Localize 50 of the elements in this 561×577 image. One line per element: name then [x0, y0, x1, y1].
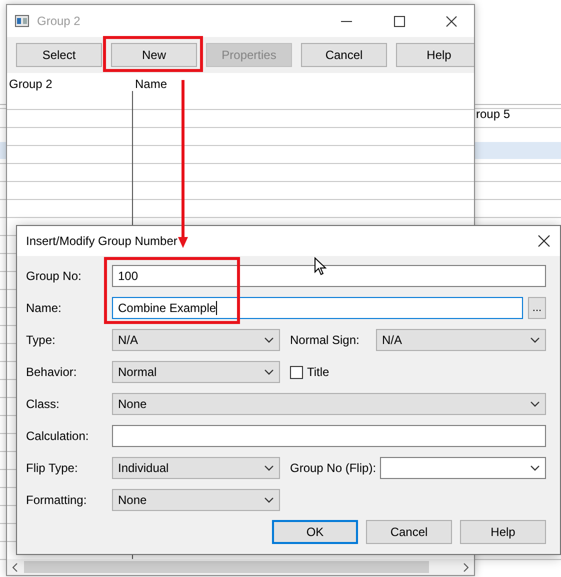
- chevron-down-icon: [264, 337, 274, 343]
- dropdown[interactable]: Normal: [112, 361, 280, 383]
- field-label: Formatting:: [26, 493, 88, 507]
- window-title: Group 2: [37, 14, 82, 28]
- close-icon[interactable]: [538, 235, 550, 247]
- chevron-down-icon: [264, 369, 274, 375]
- field-label: Type:: [26, 333, 56, 347]
- chevron-down-icon: [530, 465, 540, 471]
- text-field[interactable]: [112, 425, 546, 447]
- close-icon[interactable]: [446, 16, 457, 26]
- dialog-button[interactable]: OK: [272, 520, 358, 544]
- minimize-icon[interactable]: [341, 20, 352, 22]
- text-field[interactable]: Combine Example: [112, 297, 523, 319]
- toolbar-button[interactable]: Help: [396, 43, 474, 67]
- dropdown[interactable]: None: [112, 489, 280, 511]
- chevron-down-icon: [264, 497, 274, 503]
- dropdown[interactable]: N/A: [376, 329, 546, 351]
- field-label: Name:: [26, 301, 62, 315]
- scroll-left-icon[interactable]: [12, 562, 18, 572]
- checkbox[interactable]: [290, 366, 303, 378]
- checkbox-label: Title: [307, 365, 330, 379]
- maximize-icon[interactable]: [394, 16, 405, 26]
- text-field[interactable]: 100: [112, 265, 546, 287]
- column-header[interactable]: Group 2: [7, 73, 132, 109]
- toolbar-button[interactable]: New: [111, 43, 197, 67]
- toolbar-button[interactable]: Cancel: [301, 43, 387, 67]
- field-label: Group No:: [26, 269, 82, 283]
- column-header[interactable]: Name: [132, 73, 474, 109]
- chevron-down-icon: [264, 465, 274, 471]
- dropdown[interactable]: None: [112, 393, 546, 415]
- field-label: Normal Sign:: [290, 333, 360, 347]
- dropdown[interactable]: N/A: [112, 329, 280, 351]
- field-label: Behavior:: [26, 365, 78, 379]
- app-icon: [15, 15, 29, 27]
- toolbar-button[interactable]: Select: [16, 43, 102, 67]
- scroll-right-icon[interactable]: [463, 562, 469, 572]
- dialog-button[interactable]: Help: [460, 520, 546, 544]
- cell-text: roup 5: [476, 107, 510, 121]
- field-label: Class:: [26, 397, 60, 411]
- field-label: Flip Type:: [26, 461, 79, 475]
- browse-button[interactable]: ...: [528, 297, 546, 319]
- chevron-down-icon: [530, 337, 540, 343]
- dropdown[interactable]: [380, 457, 546, 479]
- field-label: Calculation:: [26, 429, 90, 443]
- field-label: Group No (Flip):: [290, 461, 378, 475]
- dropdown[interactable]: Individual: [112, 457, 280, 479]
- dialog-button[interactable]: Cancel: [366, 520, 452, 544]
- scrollbar-thumb[interactable]: [24, 561, 429, 573]
- dialog-title: Insert/Modify Group Number: [26, 234, 178, 248]
- chevron-down-icon: [530, 401, 540, 407]
